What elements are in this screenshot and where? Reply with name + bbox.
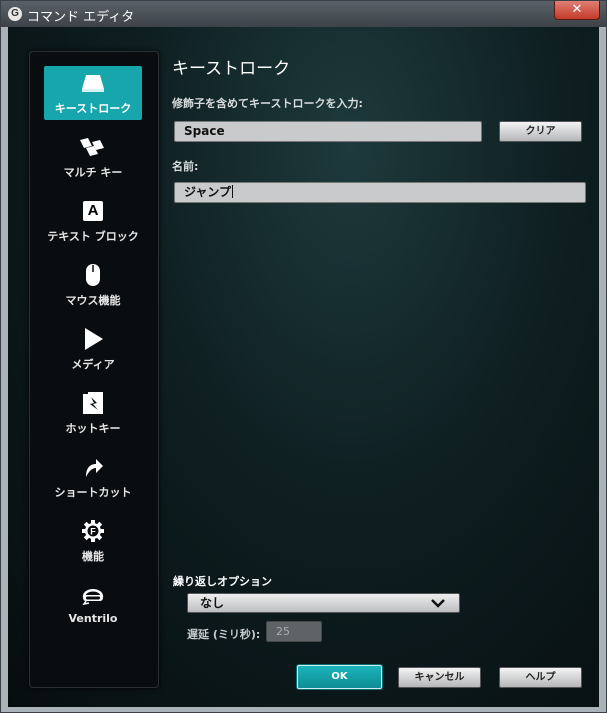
sidebar-item-label: メディア [71,358,115,371]
repeat-option-select[interactable]: なし [187,593,460,613]
sidebar-item-label: テキスト ブロック [47,230,139,243]
window-title: コマンド エディタ [27,10,135,25]
delay-input[interactable]: 25 [266,621,322,642]
page-title: キーストローク [172,59,291,79]
sidebar-item-keystroke[interactable]: キーストローク [44,66,142,120]
text-caret [232,185,234,198]
headset-icon [44,584,142,606]
sidebar-item-label: ホットキー [65,422,121,435]
svg-text:F: F [90,527,96,537]
cancel-button[interactable]: キャンセル [398,667,481,688]
name-input[interactable]: ジャンプ [174,182,586,203]
logitech-logo-icon: G [8,7,22,21]
title-bar[interactable]: G コマンド エディタ ✕ [1,1,606,27]
sidebar-item-multi-key[interactable]: マルチ キー [44,130,142,184]
sidebar-item-label: ショートカット [54,486,132,499]
sidebar-item-label: マウス機能 [65,294,121,307]
command-type-sidebar: キーストローク マルチ キー A テキスト ブロック マウス機能 メディア ホッ… [29,51,159,688]
sidebar-item-shortcut[interactable]: ショートカット [44,450,142,504]
play-icon [44,328,142,350]
text-block-icon: A [44,200,142,222]
repeat-options-label: 繰り返しオプション [173,575,272,588]
name-label: 名前: [172,160,199,173]
sidebar-item-media[interactable]: メディア [44,322,142,376]
help-button[interactable]: ヘルプ [499,667,582,688]
chevron-down-icon [431,599,445,608]
command-editor-window: G コマンド エディタ ✕ キーストローク マルチ キー A テキスト ブロック… [0,0,607,713]
keystroke-input[interactable]: Space [174,121,482,142]
multi-key-icon [44,136,142,158]
sidebar-item-label: マルチ キー [63,166,123,179]
repeat-option-value: なし [200,596,225,610]
hotkey-icon [44,392,142,414]
key-icon [44,72,142,94]
close-button[interactable]: ✕ [554,1,600,20]
sidebar-item-label: 機能 [82,550,104,563]
sidebar-item-label: Ventrilo [68,612,118,625]
delay-label: 遅延 (ミリ秒): [187,628,261,641]
shortcut-arrow-icon [44,456,142,478]
client-area: キーストローク マルチ キー A テキスト ブロック マウス機能 メディア ホッ… [8,27,599,707]
ok-button[interactable]: OK [297,665,382,689]
keystroke-label: 修飾子を含めてキーストロークを入力: [172,97,363,110]
mouse-icon [44,264,142,286]
sidebar-item-mouse[interactable]: マウス機能 [44,258,142,312]
sidebar-item-text-block[interactable]: A テキスト ブロック [44,194,142,248]
sidebar-item-hotkey[interactable]: ホットキー [44,386,142,440]
clear-button[interactable]: クリア [499,121,582,142]
sidebar-item-label: キーストローク [54,102,132,115]
sidebar-item-function[interactable]: F 機能 [44,514,142,568]
function-gear-icon: F [44,520,142,542]
sidebar-item-ventrilo[interactable]: Ventrilo [44,578,142,632]
